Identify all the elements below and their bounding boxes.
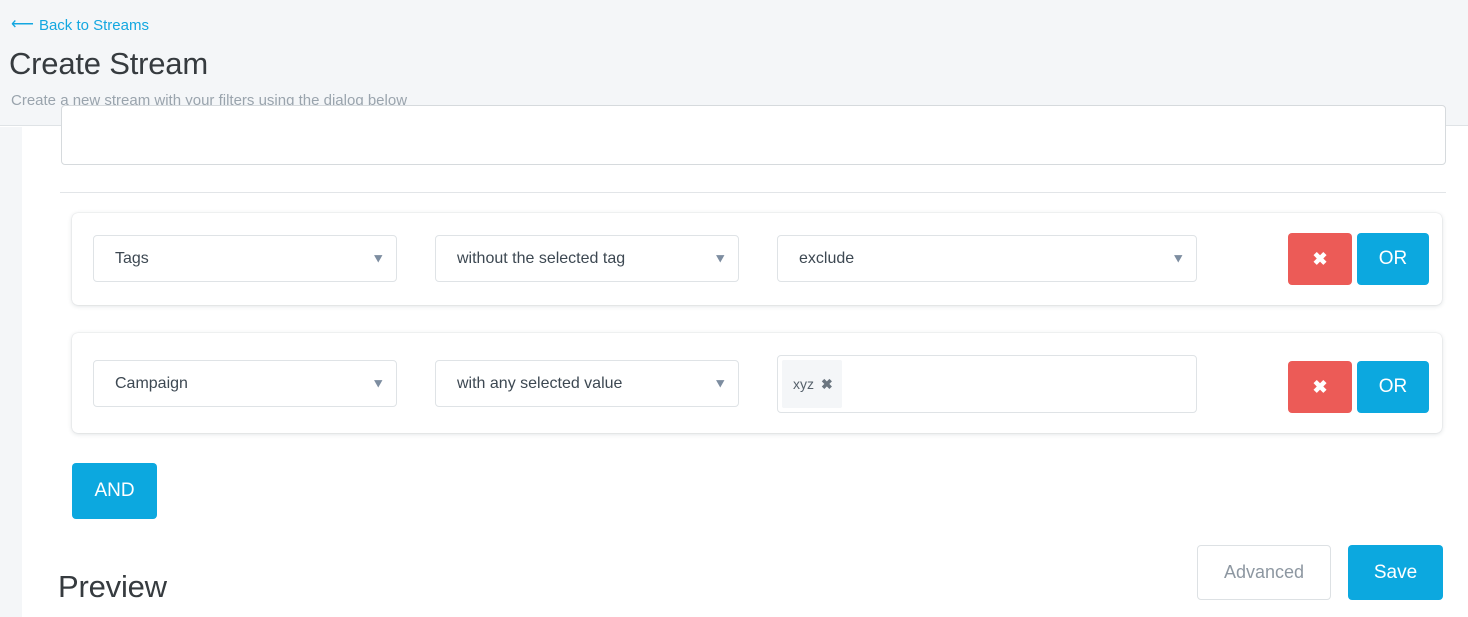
chevron-down-icon: ▾ [374,375,383,390]
filter-field-value: Campaign [115,374,188,392]
add-or-condition-button[interactable]: OR [1357,361,1429,413]
chevron-down-icon: ▾ [374,250,383,265]
filter-value-tokens-input[interactable]: xyz ✖ [777,355,1197,413]
close-icon: ✖ [1312,248,1328,269]
filter-value-text: exclude [799,249,855,267]
arrow-left-icon: ⟵ [11,16,34,33]
chevron-down-icon: ▾ [1174,250,1183,265]
chevron-down-icon: ▾ [716,375,725,390]
filter-operator-select[interactable]: with any selected value ▾ [435,360,739,407]
close-icon: ✖ [1312,376,1328,397]
value-token-label: xyz [793,376,814,392]
filter-row: Campaign ▾ with any selected value ▾ xyz… [72,333,1442,433]
filter-operator-value: with any selected value [457,374,623,392]
advanced-button[interactable]: Advanced [1197,545,1331,600]
save-button[interactable]: Save [1348,545,1443,600]
back-to-streams-link[interactable]: ⟵ Back to Streams [11,16,149,36]
add-or-condition-button[interactable]: OR [1357,233,1429,285]
filter-value-select[interactable]: exclude ▾ [777,235,1197,282]
page-title: Create Stream [9,46,208,81]
filter-field-select[interactable]: Tags ▾ [93,235,397,282]
filter-operator-select[interactable]: without the selected tag ▾ [435,235,739,282]
section-divider [60,192,1446,193]
delete-filter-button[interactable]: ✖ [1288,233,1352,285]
delete-filter-button[interactable]: ✖ [1288,361,1352,413]
add-and-condition-button[interactable]: AND [72,463,157,519]
chevron-down-icon: ▾ [716,250,725,265]
stream-dialog-body: Tags ▾ without the selected tag ▾ exclud… [22,105,1468,617]
preview-heading: Preview [58,569,167,604]
filter-row: Tags ▾ without the selected tag ▾ exclud… [72,213,1442,305]
page-left-gutter [0,127,22,617]
close-icon[interactable]: ✖ [821,377,833,391]
create-stream-page: ⟵ Back to Streams Create Stream Create a… [0,0,1468,617]
filter-field-value: Tags [115,249,149,267]
back-to-streams-label: Back to Streams [38,17,149,34]
filter-field-select[interactable]: Campaign ▾ [93,360,397,407]
filter-operator-value: without the selected tag [457,249,626,267]
stream-name-input-clipped[interactable] [61,105,1446,165]
value-token: xyz ✖ [782,360,842,408]
